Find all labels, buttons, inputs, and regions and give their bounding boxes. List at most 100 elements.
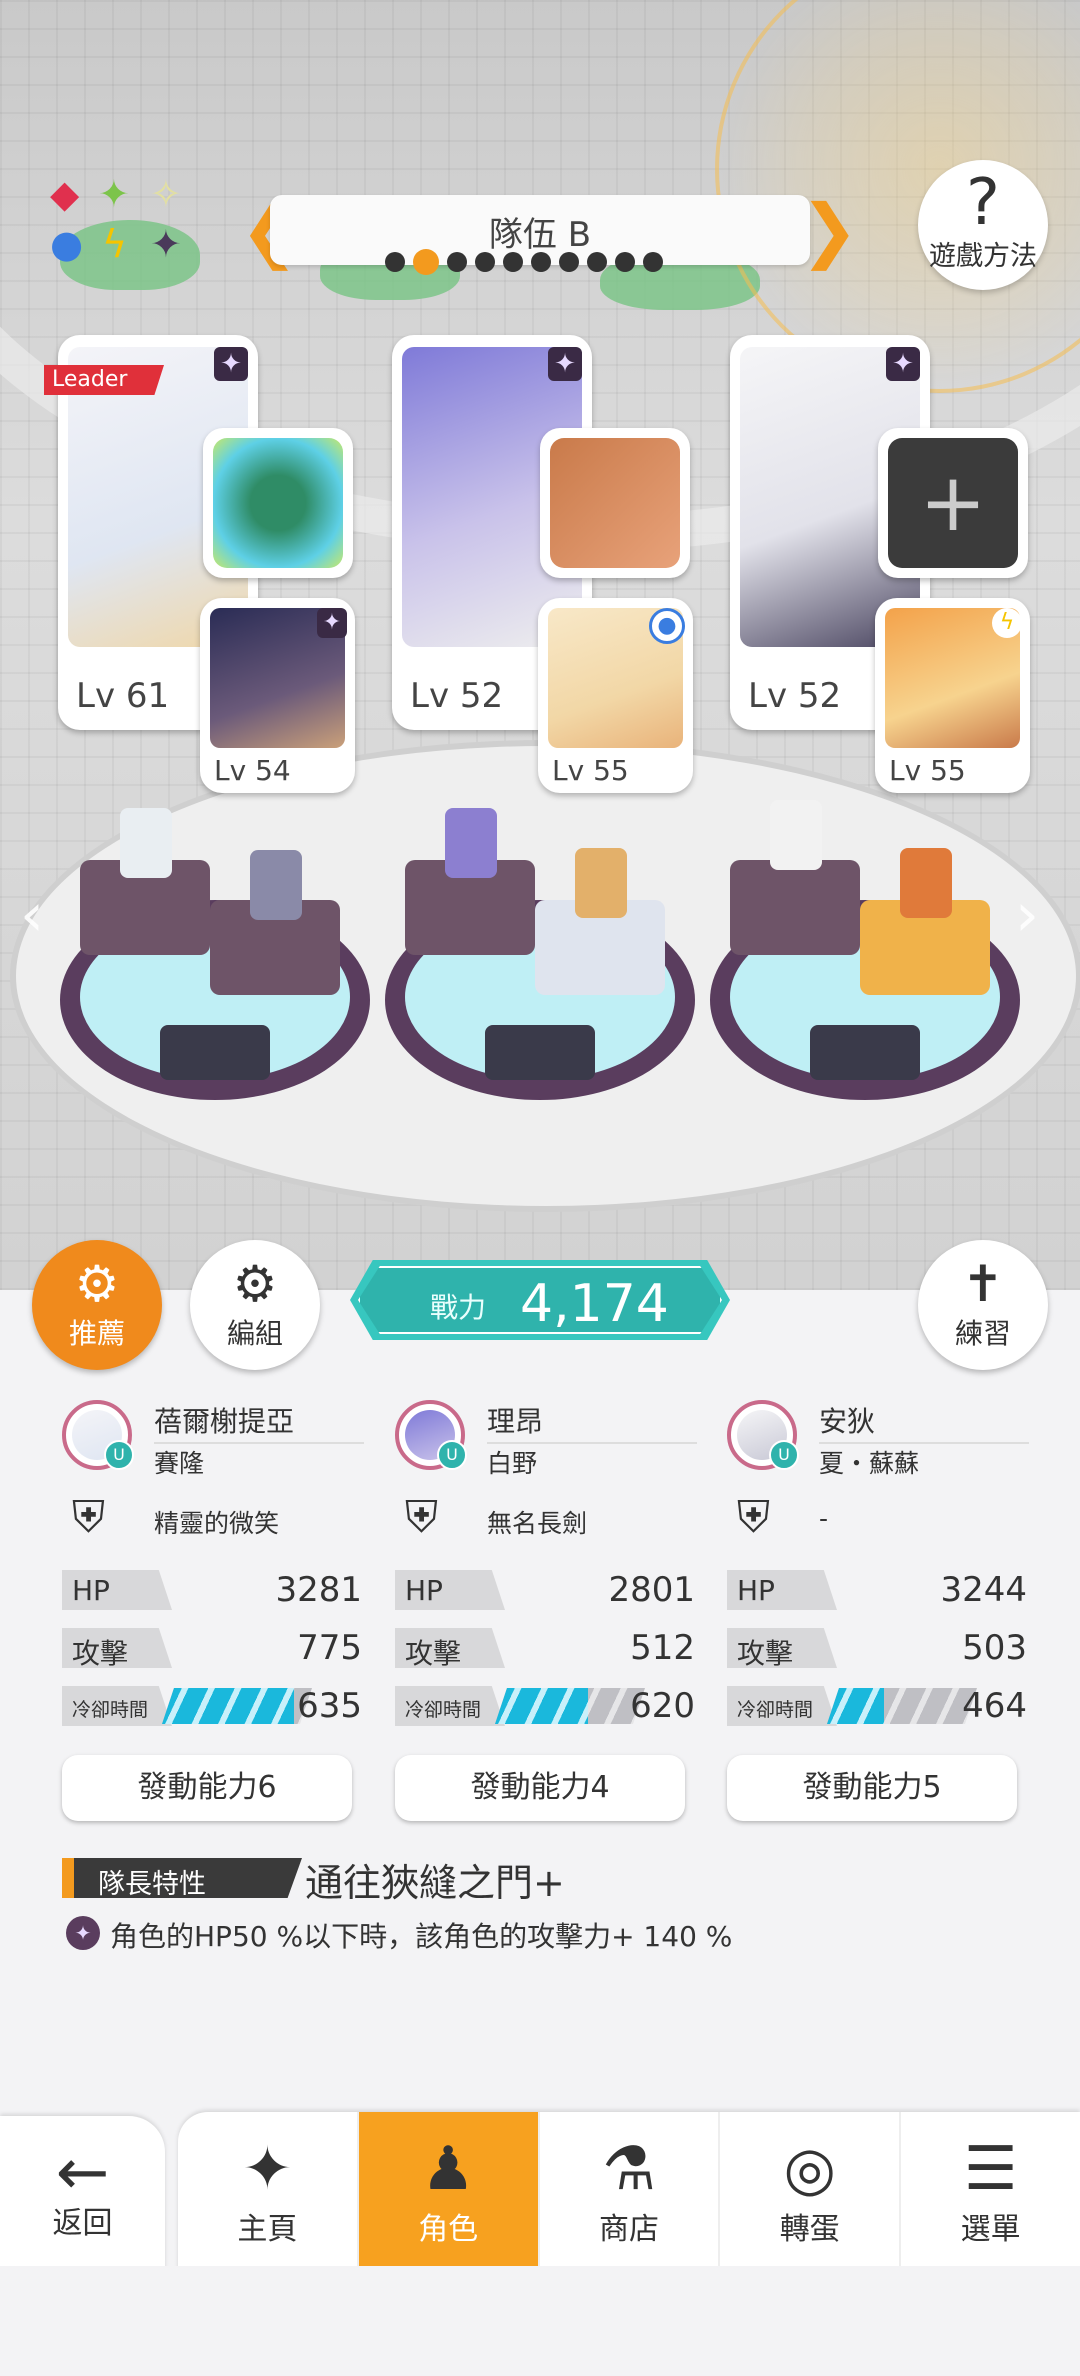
nav-tabs: ✦ 主頁 ♟ 角色 ⚗ 商店 ◎ 轉蛋 ☰ 選單 [178,2112,1080,2276]
cooldown-stat: 冷卻時間 464 [727,1686,1027,1726]
attack-value: 775 [297,1628,362,1668]
character-level: Lv 52 [410,676,504,716]
dark-element-icon: ✦ [548,347,582,381]
sub-character-card-3[interactable]: ϟ Lv 55 [875,598,1030,793]
power-label: 戰力 [430,1291,487,1324]
character-avatar[interactable]: U [62,1400,134,1470]
sub-character-card-2[interactable]: ● Lv 55 [538,598,693,793]
character-owner: 夏・蘇蘇 [819,1449,920,1478]
team-page-dot[interactable] [587,252,607,272]
nav-tab-label: 主頁 [237,2212,298,2247]
nav-tab-4[interactable]: ◎ 轉蛋 [718,2112,899,2276]
team-page-dot[interactable] [643,252,663,272]
nav-tab-label: 選單 [960,2212,1021,2247]
nav-tab-1[interactable]: ✦ 主頁 [178,2112,357,2276]
leader-trait-tag: 隊長特性 [62,1858,302,1898]
back-button[interactable]: ← 返回 [0,2116,165,2276]
water-element-icon: ● [649,608,685,644]
cooldown-bar [827,1688,977,1724]
character-avatar[interactable]: U [395,1400,467,1470]
dark-element-icon: ✦ [66,1916,100,1950]
skill-button[interactable]: 發動能力5 [727,1755,1017,1821]
hp-stat: HP 3244 [727,1570,1027,1610]
sword-icon [550,438,680,568]
team-page-dot[interactable] [413,249,439,275]
character-owner: 賽隆 [154,1449,205,1478]
scroll-left-arrow-icon[interactable]: ‹ [20,880,44,950]
character-level: Lv 61 [76,676,170,716]
equipment-slot-3[interactable]: + [878,428,1028,578]
edit-team-button[interactable]: ⚙ 編組 [190,1240,320,1370]
team-page-dot[interactable] [559,252,579,272]
cooldown-stat: 冷卻時間 620 [395,1686,695,1726]
pixel-sprite[interactable] [770,800,822,870]
sub-character-card-1[interactable]: ✦ Lv 54 [200,598,355,793]
character-icon: ♟ [421,2134,476,2204]
scroll-right-arrow-icon[interactable]: › [1015,880,1039,950]
cooldown-value: 620 [630,1686,695,1726]
nav-tab-3[interactable]: ⚗ 商店 [537,2112,719,2276]
element-chart[interactable]: ◆ ✦ ✧ ● ϟ ✦ [50,175,200,275]
next-team-arrow[interactable]: ❯ [800,190,859,270]
pixel-sprite[interactable] [120,808,172,878]
nav-tab-2[interactable]: ♟ 角色 [356,2112,538,2276]
character-owner: 白野 [487,1449,538,1478]
practice-button[interactable]: ✝ 練習 [918,1240,1048,1370]
pixel-sprite[interactable] [900,848,952,918]
cooldown-bar [162,1688,312,1724]
hp-value: 3281 [275,1570,362,1610]
pixel-sprite[interactable] [445,808,497,878]
leader-trait-description: 角色的HP50 %以下時，該角色的攻擊力+ 140 % [110,1920,733,1953]
help-label: 遊戲方法 [929,241,1037,272]
help-button[interactable]: ? 遊戲方法 [918,160,1048,290]
team-name: 隊伍 B [488,215,592,255]
attack-stat: 攻擊 775 [62,1628,362,1670]
team-page-dot[interactable] [615,252,635,272]
cooldown-label: 冷卻時間 [72,1699,149,1721]
nav-tab-label: 角色 [418,2212,479,2247]
equipment-slot-1[interactable] [203,428,353,578]
pixel-sprite[interactable] [250,850,302,920]
cooldown-value: 635 [297,1686,362,1726]
team-power-panel: 戰力 4,174 [350,1260,730,1340]
light-element-icon: ✧ [150,172,182,216]
team-page-dot[interactable] [385,252,405,272]
nav-tab-5[interactable]: ☰ 選單 [899,2112,1080,2276]
character-avatar[interactable]: U [727,1400,799,1470]
recommend-button[interactable]: ⚙ 推薦 [32,1240,162,1370]
pixel-tile [160,1025,270,1080]
team-page-dot[interactable] [475,252,495,272]
hp-label: HP [405,1574,443,1607]
skill-button[interactable]: 發動能力4 [395,1755,685,1821]
cooldown-label: 冷卻時間 [405,1699,482,1721]
question-mark-icon: ? [966,166,1000,240]
team-page-dot[interactable] [503,252,523,272]
hp-label: HP [72,1574,110,1607]
character-level: Lv 54 [214,754,291,787]
dark-element-icon: ✦ [214,347,248,381]
team-page-dot[interactable] [447,252,467,272]
skill-button[interactable]: 發動能力6 [62,1755,352,1821]
character-level: Lv 52 [748,676,842,716]
recommend-icon: ⚙ [74,1255,120,1313]
team-page-dot[interactable] [531,252,551,272]
team-page-dots[interactable] [385,249,695,275]
bottom-navigation: ← 返回 ✦ 主頁 ♟ 角色 ⚗ 商店 ◎ 轉蛋 ☰ 選單 [0,2112,1080,2276]
cooldown-stat: 冷卻時間 635 [62,1686,362,1726]
weapon-slot-icon: ⛨ [737,1492,770,1543]
user-badge-icon: U [769,1440,799,1470]
user-badge-icon: U [437,1440,467,1470]
character-level: Lv 55 [889,754,966,787]
cooldown-bar-fill [827,1688,884,1724]
nav-tab-label: 商店 [598,2212,659,2247]
hp-stat: HP 3281 [62,1570,362,1610]
leader-trait-tag-label: 隊長特性 [98,1869,206,1900]
equipment-slot-2[interactable] [540,428,690,578]
edit-team-label: 編組 [226,1317,283,1350]
attack-value: 503 [962,1628,1027,1668]
cooldown-value: 464 [962,1686,1027,1726]
pixel-sprite[interactable] [575,848,627,918]
practice-label: 練習 [954,1317,1011,1350]
attack-value: 512 [630,1628,695,1668]
lightning-element-icon: ϟ [992,608,1022,638]
